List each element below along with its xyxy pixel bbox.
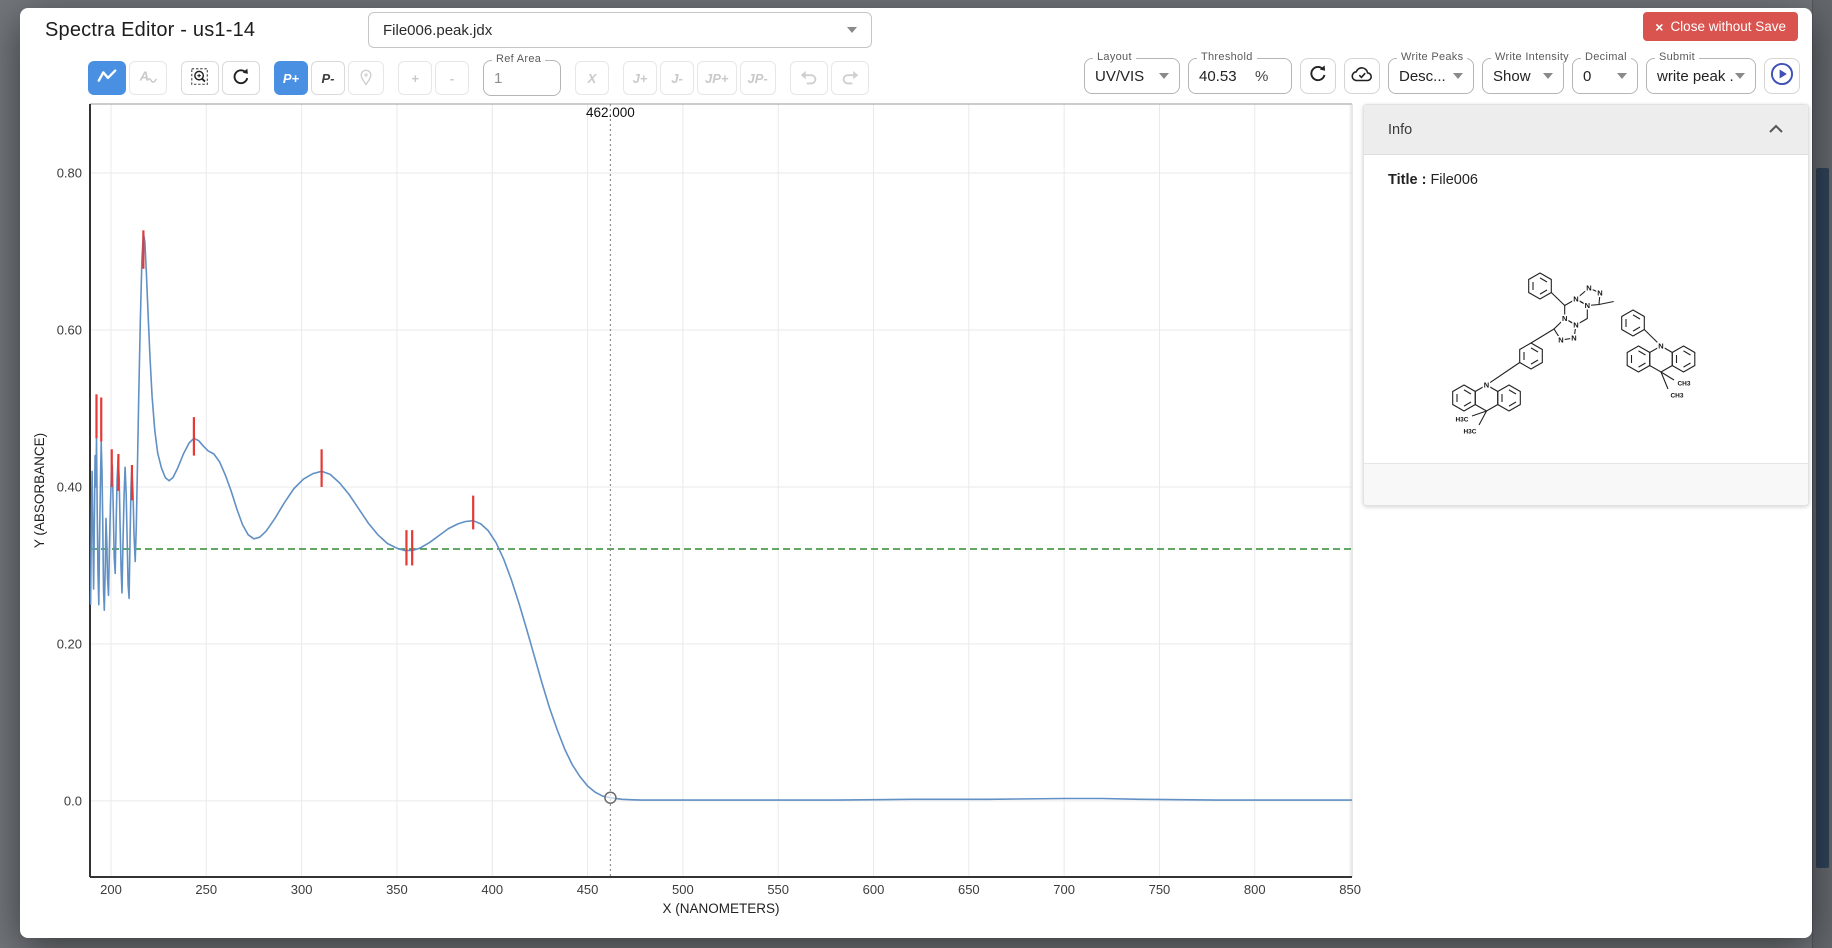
play-circle-icon [1769, 61, 1795, 92]
threshold-unit: % [1255, 68, 1268, 85]
info-panel-footer [1364, 463, 1808, 505]
atom-label: CH3 [1670, 393, 1683, 400]
write-peaks-select[interactable]: Write Peaks Desc... [1388, 58, 1474, 94]
page-scrollbar[interactable] [1812, 0, 1832, 948]
zoom-box-icon [189, 66, 211, 91]
pin-icon [356, 67, 376, 90]
decimal-select[interactable]: Decimal 0 [1572, 58, 1638, 94]
reset-zoom-icon [230, 66, 252, 91]
write-intensity-value: Show [1493, 68, 1543, 85]
decimal-label: Decimal [1581, 51, 1631, 63]
page-scrollbar-thumb[interactable] [1816, 168, 1829, 868]
atom-label: N [1585, 301, 1590, 310]
line-chart-icon [96, 66, 118, 91]
ref-area-input[interactable] [494, 70, 550, 87]
atom-label: N [1597, 289, 1602, 298]
cloud-check-icon [1350, 62, 1374, 91]
atom-label: N [1484, 381, 1489, 390]
chevron-down-icon [1159, 73, 1169, 79]
info-header-label: Info [1388, 122, 1768, 138]
close-without-save-button[interactable]: × Close without Save [1643, 12, 1798, 41]
decimal-value: 0 [1583, 68, 1617, 85]
close-icon: × [1655, 20, 1663, 34]
threshold-input[interactable] [1199, 68, 1255, 85]
x-axis-title: X (NANOMETERS) [662, 901, 779, 916]
x-tick-label: 650 [958, 882, 980, 897]
info-title-row: Title : File006 [1364, 155, 1808, 202]
spectrum-curve[interactable] [91, 233, 1352, 800]
x-tick-label: 550 [767, 882, 789, 897]
chevron-down-icon [1453, 73, 1463, 79]
x-tick-label: 800 [1244, 882, 1266, 897]
x-tick-label: 450 [577, 882, 599, 897]
layout-value: UV/VIS [1095, 68, 1159, 85]
close-button-label: Close without Save [1670, 19, 1786, 34]
write-intensity-label: Write Intensity [1491, 51, 1573, 63]
atom-label: N [1573, 321, 1578, 330]
y-tick-label: 0.0 [64, 793, 82, 808]
atom-label: N [1573, 295, 1578, 304]
write-peaks-value: Desc... [1399, 68, 1453, 85]
y-tick-label: 0.20 [57, 636, 82, 651]
y-axis-title: Y (ABSORBANCE) [32, 433, 47, 548]
svg-text:A: A [139, 68, 149, 83]
layout-label: Layout [1093, 51, 1136, 63]
atom-label: H3C [1463, 429, 1476, 436]
submit-label: Submit [1655, 51, 1699, 63]
threshold-label: Threshold [1197, 51, 1257, 63]
x-tick-label: 350 [386, 882, 408, 897]
info-panel-header[interactable]: Info [1364, 105, 1808, 155]
chevron-down-icon [1617, 73, 1627, 79]
atom-label: N [1658, 342, 1663, 351]
chevron-up-icon [1768, 121, 1784, 139]
refresh-icon [1307, 63, 1329, 90]
x-tick-label: 300 [291, 882, 313, 897]
write-intensity-select[interactable]: Write Intensity Show [1482, 58, 1564, 94]
atom-label: N [1562, 314, 1567, 323]
x-tick-label: 200 [100, 882, 122, 897]
x-tick-label: 250 [195, 882, 217, 897]
file-select-value: File006.peak.jdx [383, 22, 847, 39]
x-tick-label: 700 [1053, 882, 1075, 897]
molecule-structure: NNNNNNNNNNCH3CH3H3CH3C [1428, 238, 1728, 438]
info-title-label: Title : [1388, 172, 1426, 188]
chevron-down-icon [1543, 73, 1553, 79]
atom-label: H3C [1455, 417, 1468, 424]
atom-label: N [1571, 334, 1576, 343]
cursor-point-marker[interactable] [605, 792, 616, 803]
write-peaks-label: Write Peaks [1397, 51, 1467, 63]
chevron-down-icon [847, 27, 857, 33]
cursor-annotation: 462.000 [586, 105, 635, 120]
atom-label: N [1586, 284, 1591, 293]
redo-icon [839, 66, 861, 91]
x-tick-label: 750 [1149, 882, 1171, 897]
run-submit-button[interactable] [1764, 58, 1800, 94]
file-select[interactable]: File006.peak.jdx [368, 12, 872, 48]
ref-area-label: Ref Area [492, 53, 545, 65]
spectrum-chart[interactable]: 462.000 200 250 300 350 400 450 500 550 600 650 700… [30, 88, 1370, 936]
y-tick-label: 0.60 [57, 323, 82, 338]
x-tick-label: 500 [672, 882, 694, 897]
submit-select[interactable]: Submit write peak ... [1646, 58, 1756, 94]
chevron-down-icon [1735, 73, 1745, 79]
spectra-editor-dialog: Spectra Editor - us1-14 File006.peak.jdx… [20, 8, 1812, 938]
info-title-value: File006 [1430, 172, 1478, 188]
y-tick-label: 0.40 [57, 479, 82, 494]
undo-icon [798, 66, 820, 91]
y-tick-label: 0.80 [57, 166, 82, 181]
atom-label: CH3 [1677, 381, 1690, 388]
atom-label: N [1558, 336, 1563, 345]
submit-value: write peak ... [1657, 68, 1735, 85]
x-tick-label: 600 [863, 882, 885, 897]
page-title: Spectra Editor - us1-14 [45, 19, 255, 42]
x-tick-label: 850 [1339, 882, 1361, 897]
autoscale-icon: A [137, 66, 159, 91]
x-tick-label: 400 [481, 882, 503, 897]
